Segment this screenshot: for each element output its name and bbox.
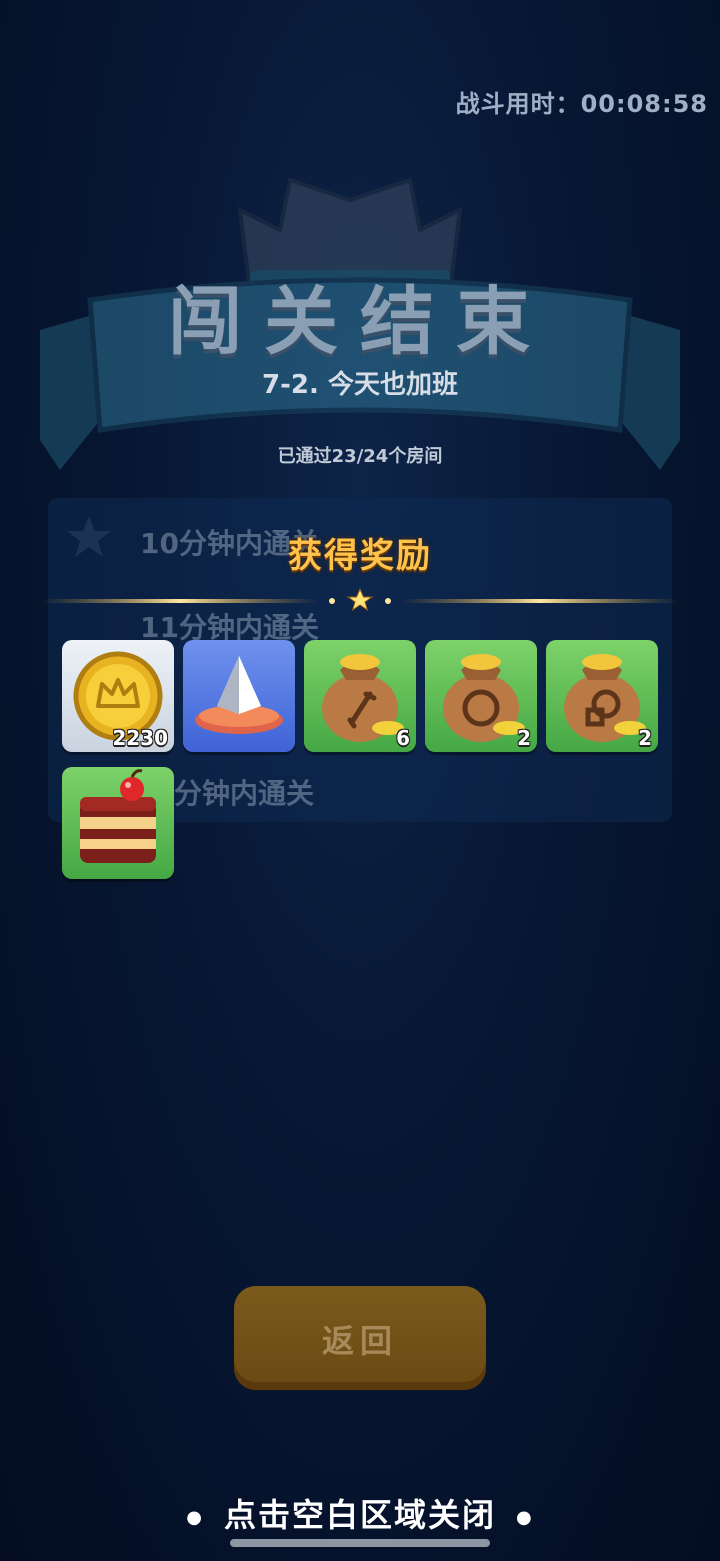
reward-item-gold-coin[interactable]: 2230 [62,640,174,752]
cake-icon [80,769,156,863]
reward-count: 2 [638,726,652,750]
battle-timer-value: 00:08:58 [580,90,708,118]
rewards-title: 获得奖励 [288,536,432,576]
dot-icon: ● [186,1506,204,1528]
divider-ornament [40,587,680,612]
reward-count: 2 [517,726,531,750]
rooms-passed: 已通过23/24个房间 [277,446,443,467]
battle-timer: 战斗用时：00:08:58 [456,84,708,119]
stage-end-title: 闯关结束 [168,279,552,365]
back-button-label: 返回 [321,1322,398,1360]
back-button[interactable]: 返回 [234,1286,486,1390]
battle-timer-label: 战斗用时： [455,90,581,118]
close-hint[interactable]: ● 点击空白区域关闭 ● [0,1490,720,1536]
close-hint-text: 点击空白区域关闭 [223,1496,496,1534]
reward-item-crystal[interactable] [183,640,295,752]
reward-item-sword-bag[interactable]: 6 [304,640,416,752]
star-icon [346,587,374,612]
reward-count: 6 [396,726,410,750]
level-name: 7-2. 今天也加班 [262,370,458,400]
dot-icon: ● [516,1506,534,1528]
crystal-on-cushion-icon [195,656,283,734]
reward-item-shield-bag[interactable]: 2 [425,640,537,752]
home-indicator[interactable] [230,1539,490,1547]
reward-item-ring-bag[interactable]: 2 [546,640,658,752]
goal-row: 分钟内通关 [174,777,315,810]
reward-item-cake[interactable] [62,767,174,879]
reward-count: 2230 [112,726,168,750]
